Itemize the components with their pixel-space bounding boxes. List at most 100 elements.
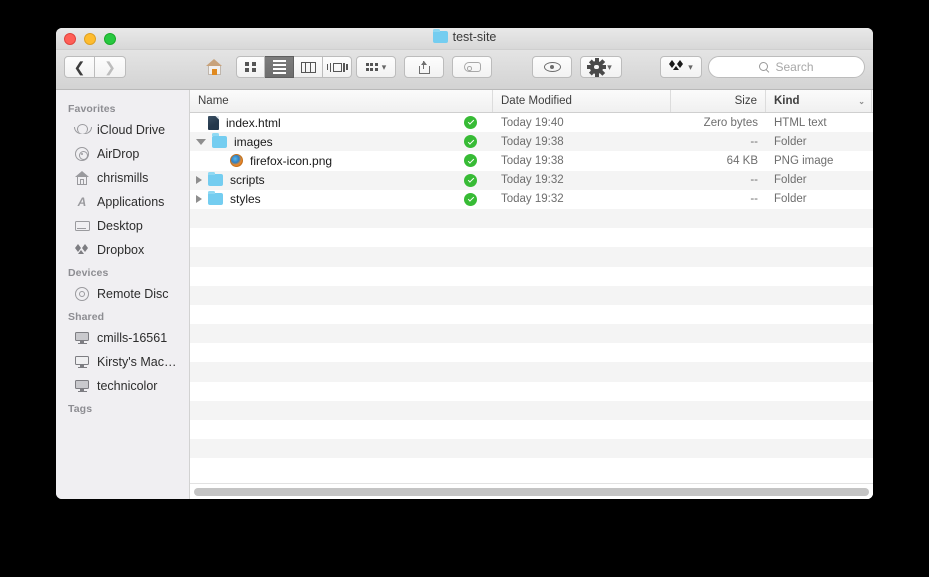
cell-kind: Folder [766, 174, 872, 186]
sync-status-badge [464, 135, 477, 148]
cover-flow-view-button[interactable] [323, 56, 352, 78]
airdrop-icon [74, 146, 90, 162]
cloud-icon [74, 122, 90, 138]
cell-size: Zero bytes [671, 117, 766, 129]
cover-flow-icon [327, 63, 348, 72]
folder-icon [212, 136, 227, 148]
horizontal-scrollbar[interactable] [190, 483, 873, 499]
folder-icon [208, 174, 223, 186]
share-button[interactable] [404, 56, 444, 78]
list-view-button[interactable] [265, 56, 294, 78]
table-row[interactable]: stylesToday 19:32--Folder [190, 190, 873, 209]
file-name-label: index.html [226, 116, 281, 130]
empty-row[interactable] [190, 401, 873, 420]
column-header-name[interactable]: Name [190, 90, 493, 112]
chevron-down-icon: ▾ [382, 62, 387, 73]
forward-button[interactable]: ❯ [95, 56, 126, 78]
sidebar-item-dropbox[interactable]: Dropbox [56, 238, 189, 262]
view-mode-segmented-control [236, 56, 352, 78]
sidebar-item-icloud-drive[interactable]: iCloud Drive [56, 118, 189, 142]
sync-status-badge [464, 154, 477, 167]
empty-row[interactable] [190, 458, 873, 477]
column-headers: Name Date Modified Size Kind ⌄ [190, 90, 873, 113]
column-view-button[interactable] [294, 56, 323, 78]
dropbox-button[interactable]: ▾ [660, 56, 702, 78]
empty-row[interactable] [190, 267, 873, 286]
computer-icon [74, 354, 90, 370]
back-button[interactable]: ❮ [64, 56, 95, 78]
column-header-kind[interactable]: Kind ⌄ [766, 90, 872, 112]
disc-icon [74, 286, 90, 302]
sidebar-item-cmills-16561[interactable]: cmills-16561 [56, 326, 189, 350]
action-gear-button[interactable]: ▾ [580, 56, 622, 78]
cell-size: -- [671, 136, 766, 148]
file-name-label: firefox-icon.png [250, 154, 332, 168]
sidebar-item-desktop[interactable]: Desktop [56, 214, 189, 238]
disclosure-triangle-closed[interactable] [196, 195, 202, 203]
sidebar-item-kirstys-mac[interactable]: Kirsty's Mac… [56, 350, 189, 374]
computer-icon [74, 330, 90, 346]
quick-look-button[interactable] [532, 56, 572, 78]
share-icon [419, 60, 430, 74]
sidebar-item-technicolor[interactable]: technicolor [56, 374, 189, 398]
empty-row[interactable] [190, 286, 873, 305]
empty-row[interactable] [190, 228, 873, 247]
sidebar-item-chrismills[interactable]: chrismills [56, 166, 189, 190]
eye-icon [544, 62, 561, 72]
empty-row[interactable] [190, 382, 873, 401]
chevron-down-icon: ▾ [607, 62, 612, 73]
empty-row[interactable] [190, 305, 873, 324]
empty-row[interactable] [190, 247, 873, 266]
folder-icon [433, 31, 448, 43]
grid-icon [366, 63, 378, 71]
empty-row[interactable] [190, 420, 873, 439]
cell-name: styles [190, 192, 493, 206]
empty-row[interactable] [190, 362, 873, 381]
empty-row[interactable] [190, 439, 873, 458]
sidebar-item-label: Dropbox [97, 243, 144, 257]
applications-icon: A [74, 194, 90, 210]
sidebar-item-label: Desktop [97, 219, 143, 233]
sidebar-heading-devices: Devices [56, 262, 189, 282]
cell-date-modified: Today 19:32 [493, 174, 671, 186]
cell-date-modified: Today 19:38 [493, 136, 671, 148]
toolbar: ❮ ❯ [56, 50, 873, 90]
sidebar-item-remote-disc[interactable]: Remote Disc [56, 282, 189, 306]
column-header-size[interactable]: Size [671, 90, 766, 112]
column-view-icon [301, 62, 316, 73]
empty-row[interactable] [190, 209, 873, 228]
sidebar-item-label: chrismills [97, 171, 148, 185]
chevron-left-icon: ❮ [74, 60, 86, 74]
navigation-buttons: ❮ ❯ [64, 56, 126, 78]
title-bar[interactable]: test-site [56, 28, 873, 50]
search-field[interactable]: Search [708, 56, 865, 78]
window-title: test-site [56, 30, 873, 44]
home-button[interactable] [200, 56, 228, 78]
sidebar-item-applications[interactable]: A Applications [56, 190, 189, 214]
table-row[interactable]: index.htmlToday 19:40Zero bytesHTML text [190, 113, 873, 132]
cell-kind: Folder [766, 136, 872, 148]
empty-row[interactable] [190, 324, 873, 343]
sync-status-badge [464, 116, 477, 129]
disclosure-spacer [196, 120, 202, 126]
sidebar-item-airdrop[interactable]: AirDrop [56, 142, 189, 166]
disclosure-triangle-open[interactable] [196, 139, 206, 145]
gear-icon [590, 61, 603, 74]
png-file-icon [230, 154, 243, 167]
table-row[interactable]: firefox-icon.pngToday 19:3864 KBPNG imag… [190, 151, 873, 170]
computer-icon [74, 378, 90, 394]
arrange-button[interactable]: ▾ [356, 56, 396, 78]
tag-icon [464, 62, 481, 72]
cell-name: firefox-icon.png [190, 154, 493, 168]
table-row[interactable]: imagesToday 19:38--Folder [190, 132, 873, 151]
empty-row[interactable] [190, 343, 873, 362]
column-header-date-modified[interactable]: Date Modified [493, 90, 671, 112]
icon-view-button[interactable] [236, 56, 265, 78]
tag-button[interactable] [452, 56, 492, 78]
scrollbar-thumb[interactable] [194, 488, 869, 496]
cell-name: scripts [190, 173, 493, 187]
table-row[interactable]: scriptsToday 19:32--Folder [190, 171, 873, 190]
disclosure-triangle-closed[interactable] [196, 176, 202, 184]
search-placeholder: Search [775, 60, 813, 74]
sync-status-badge [464, 193, 477, 206]
